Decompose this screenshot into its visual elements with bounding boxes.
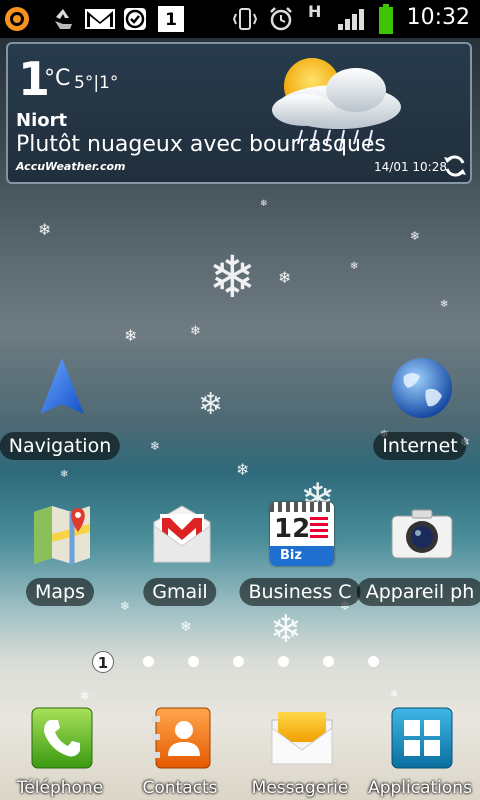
snowflake: ❄ <box>410 229 421 243</box>
avast-icon <box>5 7 29 31</box>
snowflake: ❄ <box>190 324 201 339</box>
snowflake: ❄ <box>278 268 292 287</box>
page-dot[interactable] <box>368 656 379 667</box>
snowflake: ❄ <box>350 261 359 272</box>
weather-provider-logo: AccuWeather.com <box>16 160 126 173</box>
calendar-icon: 1 <box>158 6 184 32</box>
apps-grid-icon <box>391 707 453 769</box>
dock-label: Messagerie <box>251 778 349 798</box>
snowflake: ❄ <box>80 689 91 703</box>
app-label: Navigation <box>0 432 121 460</box>
contacts-icon <box>152 707 211 769</box>
snowflake: ❄ <box>180 619 192 635</box>
app-label: Gmail <box>143 578 217 606</box>
last-updated-time: 14/01 10:28 <box>374 160 447 174</box>
app-label: Appareil ph <box>356 578 480 606</box>
recycle-icon <box>55 9 72 29</box>
app-label: Internet <box>373 432 467 460</box>
page-dot[interactable] <box>278 656 289 667</box>
vibrate-icon <box>232 8 258 30</box>
page-dot[interactable] <box>143 656 154 667</box>
snowflake: ❄ <box>236 460 250 479</box>
maps-icon <box>34 506 90 564</box>
internet-globe-icon <box>392 358 452 418</box>
navigation-icon <box>40 358 84 414</box>
snowflake: ❄ <box>270 607 302 651</box>
snowflake: ❄ <box>208 243 257 311</box>
battery-icon <box>379 4 393 34</box>
messaging-icon <box>271 712 333 765</box>
signal-icon <box>338 9 364 30</box>
page-dot[interactable] <box>188 656 199 667</box>
temperature-unit: °C <box>44 66 71 91</box>
gmail-app-icon <box>153 505 211 563</box>
snowflake: ❄ <box>440 299 449 310</box>
app-label: Business C <box>239 578 361 606</box>
page-dot[interactable] <box>323 656 334 667</box>
page-dot-current[interactable]: 1 <box>92 651 114 673</box>
dock-label: Contacts <box>142 778 218 798</box>
snowflake: ❄ <box>198 387 224 422</box>
snowflake: ❄ <box>120 599 131 613</box>
refresh-icon[interactable] <box>442 153 468 179</box>
snowflake: ❄ <box>260 199 268 209</box>
dock-label: Téléphone <box>16 778 104 798</box>
page-dot[interactable] <box>233 656 244 667</box>
app-label: Maps <box>26 578 94 606</box>
phone-icon <box>31 707 93 769</box>
gmail-icon <box>85 9 115 29</box>
weather-condition: Plutôt nuageux avec bourrasques <box>16 132 386 157</box>
snowflake: ❄ <box>60 469 69 480</box>
snowflake: ❄ <box>38 220 52 239</box>
city-name: Niort <box>16 110 68 131</box>
alarm-icon <box>270 7 292 31</box>
snowflake: ❄ <box>124 326 138 345</box>
weather-widget[interactable]: 1 °C 5°|1° Niort Plutôt nuageux avec bou… <box>6 42 472 184</box>
check-task-icon <box>124 8 146 30</box>
snowflake: ❄ <box>150 439 161 453</box>
h-data-icon: H <box>308 2 322 21</box>
temperature-high-low: 5°|1° <box>74 73 119 93</box>
snowflake: ❄ <box>390 689 399 700</box>
status-bar: 1 H 10:32 <box>0 0 480 38</box>
dock-label: Applications <box>368 778 472 798</box>
camera-icon <box>391 509 453 559</box>
business-calendar-icon: 12 Biz <box>270 502 334 566</box>
clock: 10:32 <box>406 5 470 30</box>
